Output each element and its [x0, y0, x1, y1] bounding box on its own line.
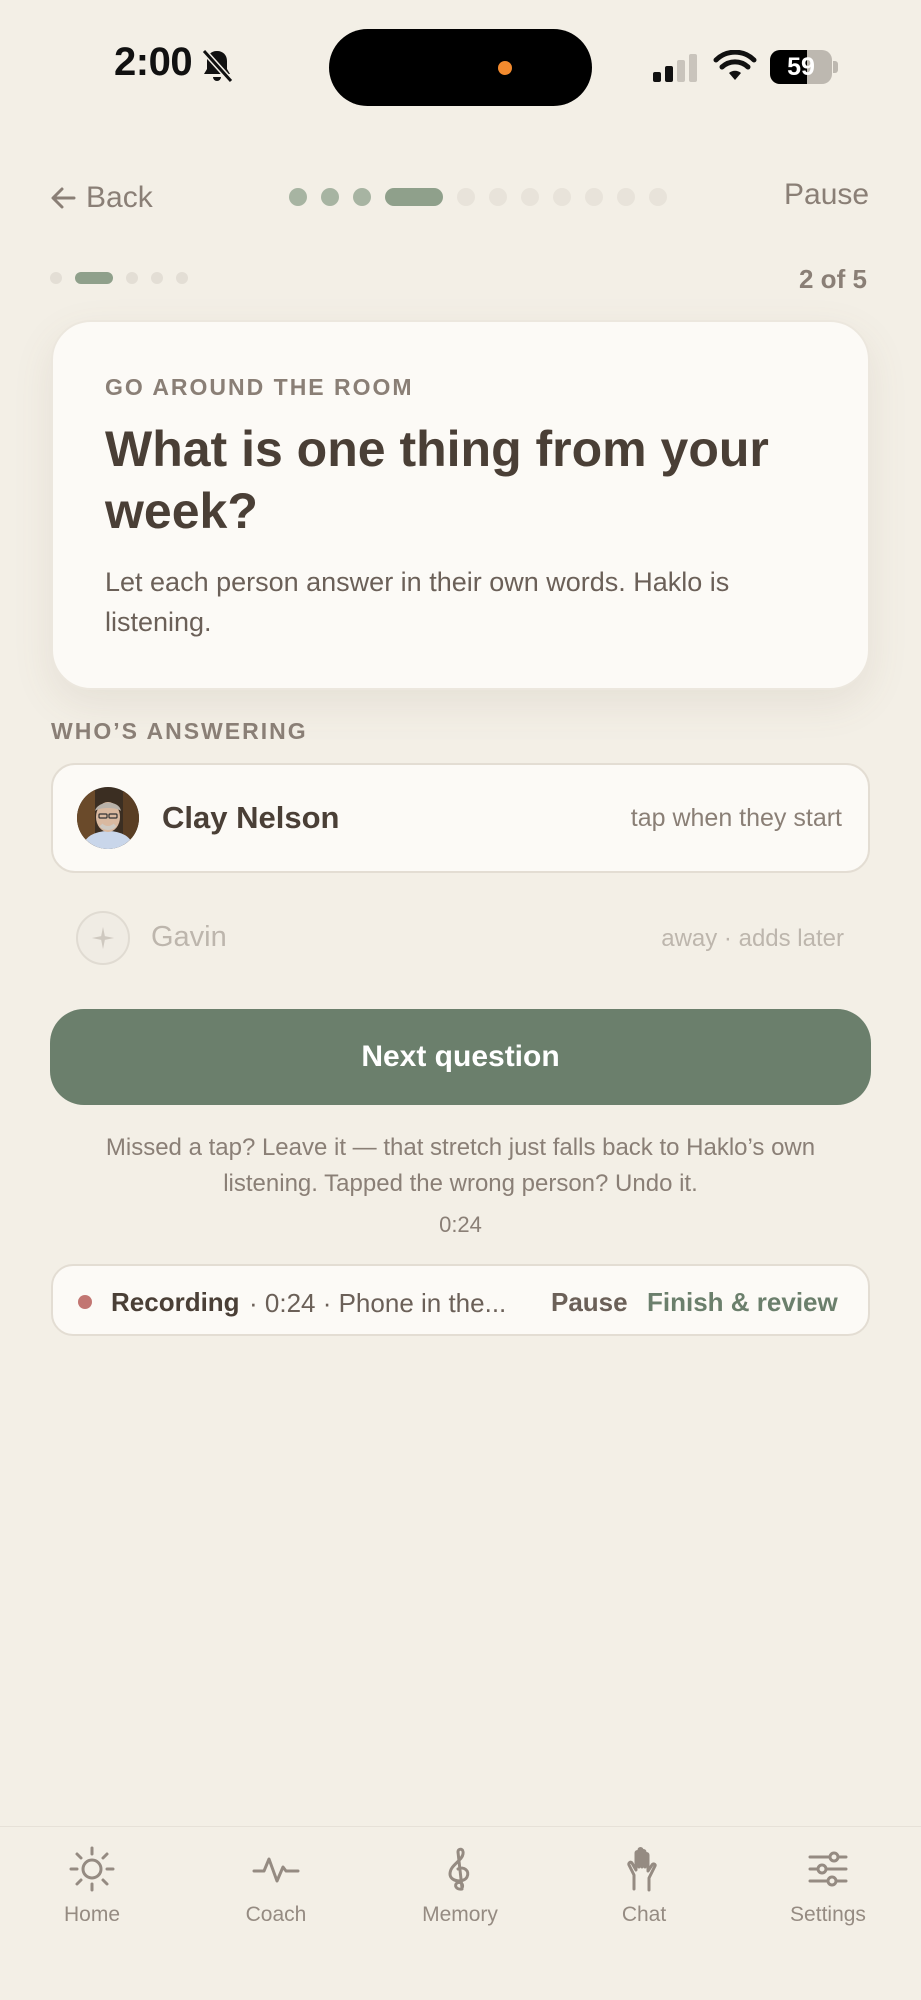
- progress-dot: [457, 188, 475, 206]
- recording-label: Recording: [111, 1287, 240, 1317]
- progress-dot: [289, 188, 307, 206]
- answering-section-label: WHO’S ANSWERING: [51, 718, 308, 744]
- question-eyebrow: GO AROUND THE ROOM: [105, 374, 414, 400]
- elapsed-timer: 0:24: [439, 1212, 482, 1237]
- progress-dot: [617, 188, 635, 206]
- step-counter: 2 of 5: [799, 264, 867, 294]
- battery-percent: 59: [787, 53, 815, 81]
- bell-slash-icon: [201, 48, 234, 84]
- tab-coach[interactable]: Coach: [206, 1845, 346, 1927]
- sun-icon: [69, 1846, 115, 1892]
- dynamic-island: [329, 29, 592, 106]
- tab-settings[interactable]: Settings: [758, 1845, 898, 1927]
- back-button[interactable]: Back: [50, 178, 153, 218]
- question-dot: [50, 272, 62, 284]
- recording-bar: Recording · 0:24 · Phone in the... Pause…: [51, 1264, 870, 1336]
- recording-pause-button[interactable]: Pause: [551, 1287, 628, 1318]
- progress-dot: [553, 188, 571, 206]
- progress-dot: [521, 188, 539, 206]
- camera-indicator-dot: [498, 61, 512, 75]
- raised-hands-icon: [627, 1847, 657, 1892]
- back-label: Back: [86, 181, 153, 214]
- helper-text: Missed a tap? Leave it — that stretch ju…: [105, 1134, 816, 1197]
- participant-name: Clay Nelson: [162, 800, 340, 835]
- tab-home-label: Home: [63, 1903, 121, 1926]
- tab-chat-label: Chat: [621, 1903, 667, 1926]
- avatar: [77, 787, 139, 849]
- question-dot-current: [75, 272, 113, 284]
- battery-indicator: 59: [770, 50, 838, 84]
- arrow-left-icon: [51, 187, 76, 209]
- tab-memory-label: Memory: [422, 1903, 498, 1926]
- finish-review-button[interactable]: Finish & review: [647, 1287, 838, 1318]
- sliders-icon: [808, 1851, 848, 1887]
- tab-bar: Home Coach Memory Chat Settings: [0, 1826, 921, 2000]
- progress-dot: [649, 188, 667, 206]
- question-dot: [176, 272, 188, 284]
- pause-button[interactable]: Pause: [784, 178, 869, 212]
- question-card: GO AROUND THE ROOM What is one thing fro…: [51, 320, 870, 690]
- question-dot: [126, 272, 138, 284]
- pulse-icon: [252, 1857, 300, 1883]
- progress-dot: [353, 188, 371, 206]
- status-time: 2:00: [114, 40, 193, 84]
- wifi-icon: [713, 50, 757, 80]
- progress-dot: [585, 188, 603, 206]
- tab-settings-label: Settings: [790, 1903, 866, 1926]
- question-progress: [50, 271, 188, 285]
- session-progress: [289, 188, 667, 206]
- participant-name-away[interactable]: Gavin: [151, 921, 227, 954]
- progress-dot: [321, 188, 339, 206]
- question-title: What is one thing from your week?: [105, 421, 769, 539]
- tab-chat[interactable]: Chat: [574, 1845, 714, 1927]
- participant-away-hint: away · adds later: [661, 925, 844, 952]
- recording-dot: [78, 1295, 92, 1309]
- participant-row-active[interactable]: Clay Nelson tap when they start: [51, 763, 870, 873]
- progress-dot: [489, 188, 507, 206]
- progress-dot-current: [385, 188, 443, 206]
- treble-clef-icon: [448, 1847, 470, 1891]
- recording-detail: · 0:24 · Phone in the...: [249, 1288, 507, 1318]
- tab-memory[interactable]: Memory: [390, 1845, 530, 1927]
- tab-coach-label: Coach: [245, 1903, 307, 1926]
- next-question-button[interactable]: Next question: [50, 1009, 871, 1105]
- participant-hint: tap when they start: [630, 804, 842, 832]
- cellular-signal-icon: [653, 54, 697, 82]
- question-description: Let each person answer in their own word…: [105, 567, 730, 637]
- sparkle-icon[interactable]: [76, 911, 130, 965]
- tab-home[interactable]: Home: [22, 1845, 162, 1927]
- question-dot: [151, 272, 163, 284]
